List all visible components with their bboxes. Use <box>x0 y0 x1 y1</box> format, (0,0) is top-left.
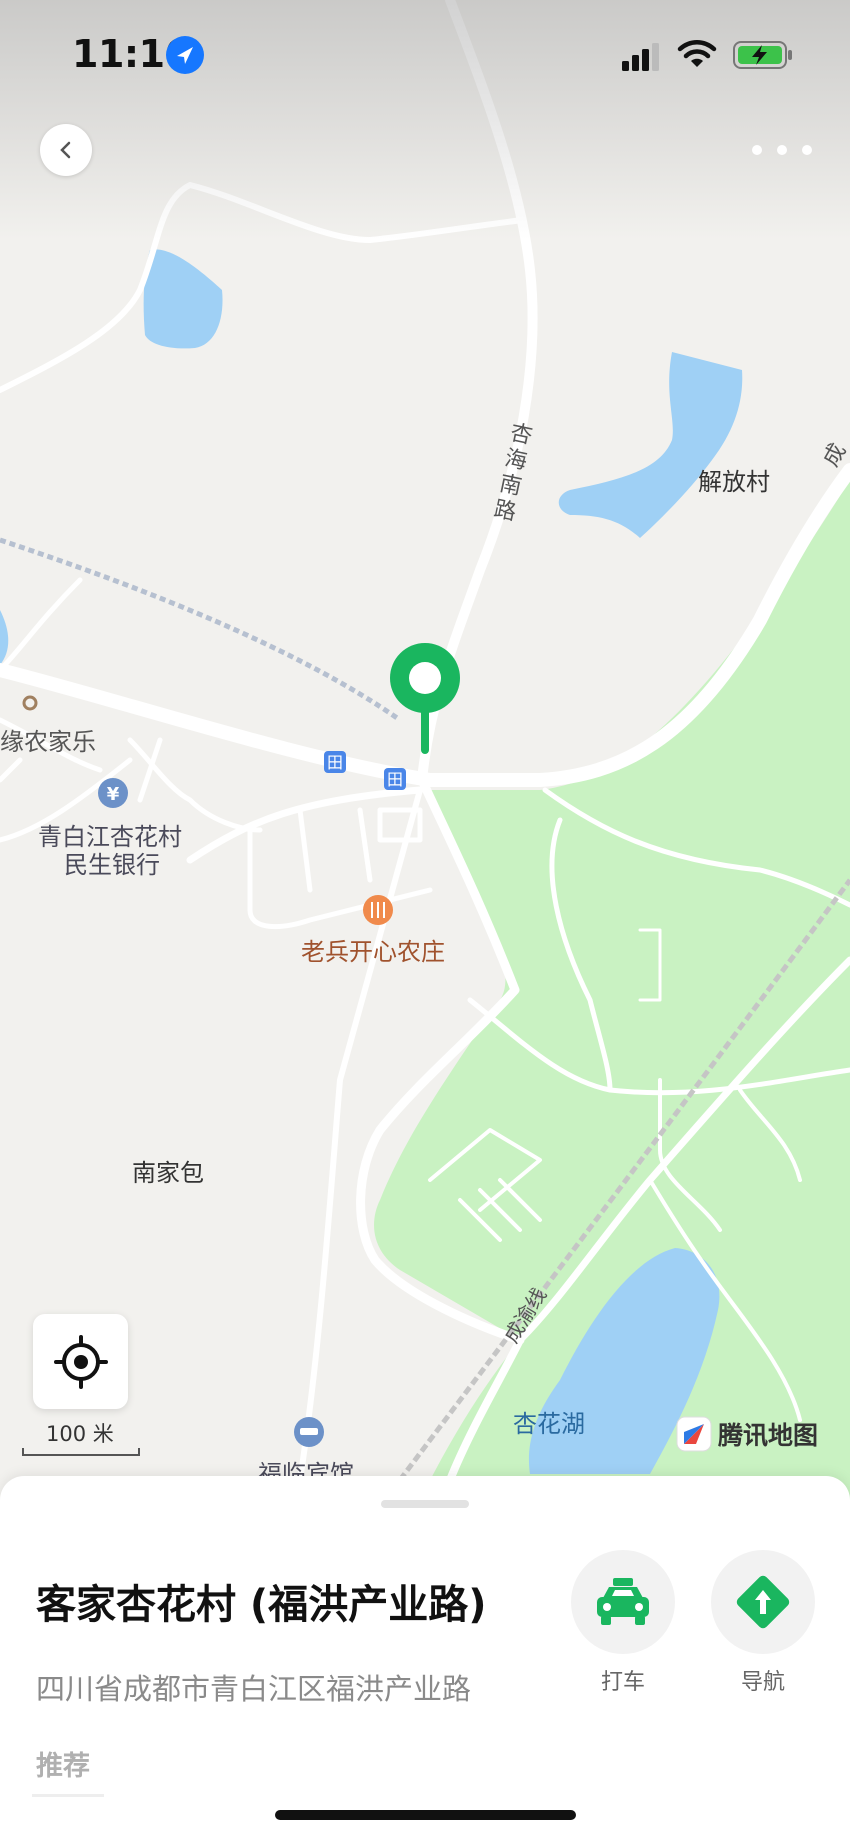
map-brand: 腾讯地图 <box>676 1416 818 1452</box>
poi-label-bank-line2: 民生银行 <box>64 851 160 879</box>
crosshair-icon <box>53 1334 108 1389</box>
place-label-jiefang: 解放村 <box>698 468 770 496</box>
poi-label-nongjiale: 缘农家乐 <box>0 728 96 756</box>
bus-stop-icon[interactable]: 田 <box>324 751 346 773</box>
bus-stop-icon[interactable]: 田 <box>384 768 406 790</box>
sheet-drag-handle[interactable] <box>381 1500 469 1508</box>
status-bar: 11:16 <box>0 0 850 110</box>
dot-icon <box>752 145 762 155</box>
taxi-button[interactable]: 打车 <box>571 1550 675 1696</box>
navigate-label: 导航 <box>740 1670 785 1695</box>
tencent-map-logo-icon <box>676 1416 712 1452</box>
brand-text: 腾讯地图 <box>718 1421 819 1450</box>
svg-text:¥: ¥ <box>107 784 120 805</box>
back-button[interactable] <box>40 124 92 176</box>
map-canvas[interactable]: 田 田 ¥ <box>0 0 850 1500</box>
place-detail-sheet[interactable]: 客家杏花村 (福洪产业路) 四川省成都市青白江区福洪产业路 推荐 打车 导航 <box>0 1476 850 1839</box>
tab-underline <box>32 1794 104 1797</box>
signal-icon <box>622 43 659 71</box>
taxi-label: 打车 <box>600 1670 645 1695</box>
more-options-button[interactable] <box>752 130 812 170</box>
battery-icon <box>733 41 792 69</box>
hotel-icon[interactable] <box>294 1417 324 1447</box>
svg-text:田: 田 <box>387 770 403 789</box>
home-indicator[interactable] <box>275 1810 576 1820</box>
dot-icon <box>802 145 812 155</box>
place-title: 客家杏花村 (福洪产业路) <box>36 1582 487 1628</box>
dot-icon <box>777 145 787 155</box>
restaurant-icon[interactable] <box>363 895 393 925</box>
scale-bar <box>22 1448 140 1456</box>
chevron-left-icon <box>60 141 71 159</box>
water-label-lake: 杏花湖 <box>513 1410 585 1438</box>
place-address: 四川省成都市青白江区福洪产业路 <box>36 1672 472 1706</box>
scale-label: 100 米 <box>46 1422 114 1446</box>
bank-icon[interactable]: ¥ <box>98 778 128 808</box>
place-label-nanjiabao: 南家包 <box>132 1159 204 1187</box>
taxi-icon <box>597 1578 649 1625</box>
poi-label-restaurant: 老兵开心农庄 <box>301 938 445 966</box>
navigate-button[interactable]: 导航 <box>711 1550 815 1696</box>
navigation-icon <box>736 1575 790 1629</box>
locate-me-button[interactable] <box>33 1314 128 1409</box>
svg-text:田: 田 <box>327 753 343 772</box>
wifi-icon <box>677 40 717 67</box>
location-arrow-icon <box>166 36 204 74</box>
tab-recommend[interactable]: 推荐 <box>36 1744 90 1783</box>
